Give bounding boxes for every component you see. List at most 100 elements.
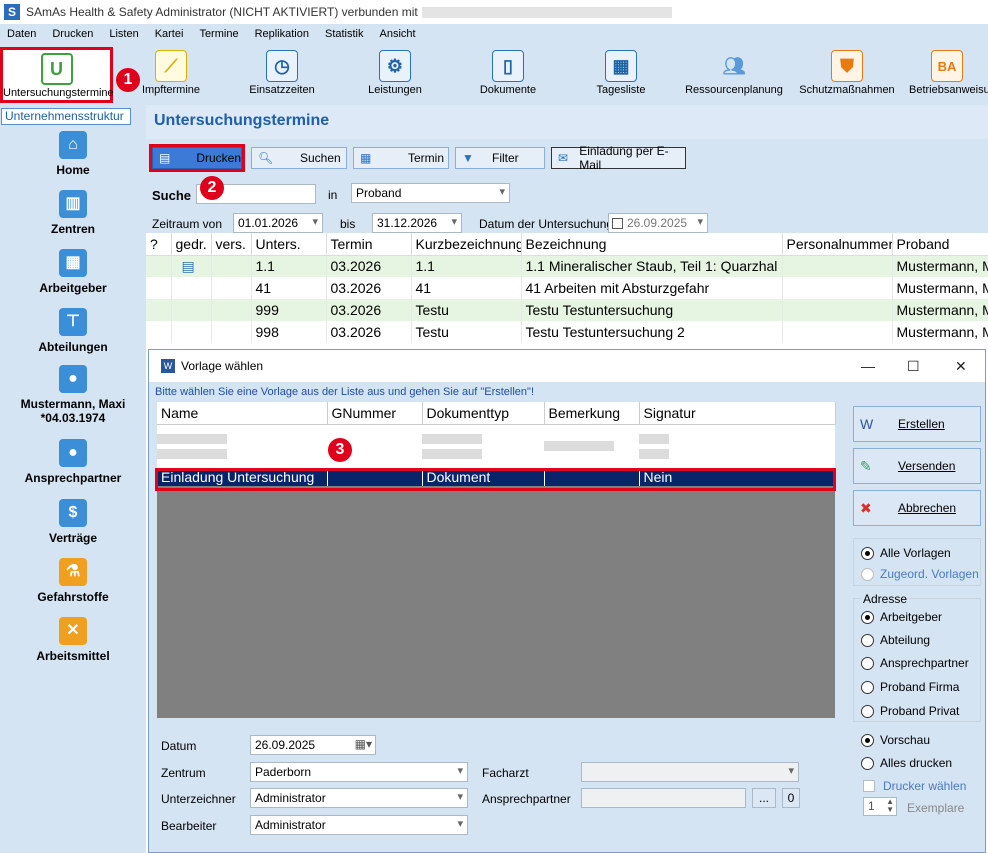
sidebar-item-arbeitsmittel[interactable]: ✕ Arbeitsmittel (0, 617, 146, 663)
einladung-email-button[interactable]: ✉ Einladung per E-Mail (551, 144, 686, 172)
cell-q (146, 277, 172, 299)
col-name[interactable]: Name (157, 402, 328, 425)
cell-proband: Mustermann, M (892, 255, 988, 277)
radio-alle-vorlagen[interactable]: Alle Vorlagen (861, 546, 951, 560)
bearbeiter-label: Bearbeiter (161, 819, 217, 833)
col-bemerkung[interactable]: Bemerkung (544, 402, 640, 425)
termin-button[interactable]: ▦ Termin (353, 147, 449, 169)
calendar-grid-icon: ▦ (605, 50, 637, 82)
toolbar-ressourcenplanung[interactable]: 👥︎ Ressourcenplanung (682, 47, 786, 103)
table-row[interactable]: ▤ 1.1 03.2026 1.1 1.1 Mineralischer Stau… (146, 255, 988, 277)
toolbar-impftermine[interactable]: ⟋ Impftermine (138, 47, 204, 103)
radio-arbeitgeber[interactable]: Arbeitgeber (861, 610, 942, 624)
zentrum-select[interactable]: Paderborn (250, 762, 468, 782)
drucker-waehlen-checkbox[interactable]: Drucker wählen (863, 779, 966, 793)
radio-zugeordnete-vorlagen[interactable]: Zugeord. Vorlagen (861, 567, 979, 581)
datum-input[interactable]: 26.09.2025 ▦▾ (250, 735, 376, 755)
versenden-button[interactable]: ✎ Versenden (853, 448, 981, 484)
search-icon: 🔍︎ (258, 151, 274, 165)
filter-button[interactable]: ▼ Filter (455, 147, 545, 169)
template-row-redacted[interactable] (157, 424, 835, 468)
toolbar-schutzmassnahmen[interactable]: ⛊ Schutzmaßnahmen (798, 47, 896, 103)
menu-daten[interactable]: Daten (0, 24, 45, 45)
sidebar-item-arbeitgeber[interactable]: ▦ Arbeitgeber (0, 249, 146, 295)
ansprechpartner-count-button[interactable]: 0 (782, 788, 800, 808)
sidebar-item-home[interactable]: ⌂ Home (0, 131, 146, 177)
datum-untersuchung-input[interactable]: 26.09.2025 (608, 213, 708, 233)
col-unters[interactable]: Unters. (251, 233, 327, 256)
erstellen-button[interactable]: W Erstellen (853, 406, 981, 442)
cell-unters: 998 (251, 321, 327, 343)
facharzt-select[interactable] (581, 762, 799, 782)
date-value: 26.09.2025 (627, 216, 688, 230)
col-proband[interactable]: Proband (892, 233, 988, 256)
ansprechpartner-browse-button[interactable]: ... (752, 788, 776, 808)
table-row[interactable]: 41 03.2026 41 41 Arbeiten mit Absturzgef… (146, 277, 988, 299)
toolbar-betriebsanweisung[interactable]: BA Betriebsanweisung (906, 47, 988, 103)
table-row[interactable]: 998 03.2026 Testu Testu Testuntersuchung… (146, 321, 988, 343)
menu-kartei[interactable]: Kartei (148, 24, 193, 45)
exemplare-stepper[interactable]: 1 ▲ ▼ (863, 797, 897, 816)
menu-bar: Daten Drucken Listen Kartei Termine Repl… (0, 24, 988, 45)
zeitraum-bis-input[interactable]: 31.12.2026 (372, 213, 462, 233)
date-checkbox[interactable] (612, 218, 623, 229)
toolbar-tagesliste[interactable]: ▦ Tagesliste (590, 47, 652, 103)
toolbar-untersuchungstermine[interactable]: U Untersuchungstermine (0, 47, 114, 103)
word-icon: W (161, 359, 175, 373)
menu-statistik[interactable]: Statistik (318, 24, 373, 45)
abbrechen-button[interactable]: ✖ Abbrechen (853, 490, 981, 526)
zeitraum-von-input[interactable]: 01.01.2026 (233, 213, 323, 233)
search-field-select[interactable]: Proband (351, 183, 510, 203)
col-vers[interactable]: vers. (211, 233, 252, 256)
datum-value: 26.09.2025 (255, 738, 316, 752)
col-bezeichnung[interactable]: Bezeichnung (521, 233, 783, 256)
sidebar: Unternehmensstruktur ⌂ Home ▥ Zentren ▦ … (0, 105, 146, 853)
sidebar-item-zentren[interactable]: ▥ Zentren (0, 190, 146, 236)
sidebar-item-label: Mustermann, Maxi (20, 397, 126, 411)
unterzeichner-select[interactable]: Administrator (250, 788, 468, 808)
dialog-hint: Bitte wählen Sie eine Vorlage aus der Li… (155, 386, 535, 398)
menu-replikation[interactable]: Replikation (248, 24, 318, 45)
maximize-icon[interactable]: ☐ (907, 358, 920, 375)
toolbar-dokumente[interactable]: ▯ Dokumente (475, 47, 541, 103)
sidebar-item-vertraege[interactable]: $ Verträge (0, 499, 146, 545)
toolbar-label: Betriebsanweisung (909, 84, 988, 96)
col-gnummer[interactable]: GNummer (327, 402, 423, 425)
menu-termine[interactable]: Termine (192, 24, 247, 45)
radio-vorschau[interactable]: Vorschau (861, 733, 930, 747)
sidebar-item-ansprechpartner[interactable]: ● Ansprechpartner (0, 439, 146, 485)
col-dokumenttyp[interactable]: Dokumenttyp (422, 402, 545, 425)
people-icon: 👥︎ (722, 55, 746, 76)
sidebar-item-gefahrstoffe[interactable]: ⚗ Gefahrstoffe (0, 558, 146, 604)
sidebar-item-abteilungen[interactable]: ⊤ Abteilungen (0, 308, 146, 354)
radio-ansprechpartner[interactable]: Ansprechpartner (861, 656, 969, 670)
col-signatur[interactable]: Signatur (639, 402, 836, 425)
ansprechpartner-input[interactable] (581, 788, 746, 808)
cell-termin: 03.2026 (326, 255, 412, 277)
menu-drucken[interactable]: Drucken (45, 24, 102, 45)
sidebar-tab-unternehmensstruktur[interactable]: Unternehmensstruktur (1, 108, 131, 125)
col-kurzbezeichnung[interactable]: Kurzbezeichnung (411, 233, 522, 256)
menu-listen[interactable]: Listen (102, 24, 147, 45)
highlight-box (155, 468, 836, 491)
sidebar-item-person[interactable]: ● Mustermann, Maxi *04.03.1974 (0, 365, 146, 425)
menu-ansicht[interactable]: Ansicht (373, 24, 425, 45)
minimize-icon[interactable]: — (861, 358, 875, 374)
col-q[interactable]: ? (146, 233, 172, 256)
col-personalnummer[interactable]: Personalnummer (782, 233, 893, 256)
toolbar-einsatzzeiten[interactable]: ◷ Einsatzzeiten (246, 47, 318, 103)
button-label: Erstellen (898, 417, 945, 431)
col-gedr[interactable]: gedr. (171, 233, 212, 256)
documents-icon: ▯ (492, 50, 524, 82)
bearbeiter-select[interactable]: Administrator (250, 815, 468, 835)
close-icon[interactable]: ✕ (955, 358, 967, 375)
table-row[interactable]: 999 03.2026 Testu Testu Testuntersuchung… (146, 299, 988, 321)
radio-alles-drucken[interactable]: Alles drucken (861, 756, 952, 770)
suchen-button[interactable]: 🔍︎ Suchen (251, 147, 347, 169)
col-termin[interactable]: Termin (326, 233, 412, 256)
radio-proband-firma[interactable]: Proband Firma (861, 680, 959, 694)
radio-abteilung[interactable]: Abteilung (861, 633, 930, 647)
radio-label: Arbeitgeber (880, 610, 943, 624)
toolbar-leistungen[interactable]: ⚙ Leistungen (362, 47, 428, 103)
radio-proband-privat[interactable]: Proband Privat (861, 704, 959, 718)
